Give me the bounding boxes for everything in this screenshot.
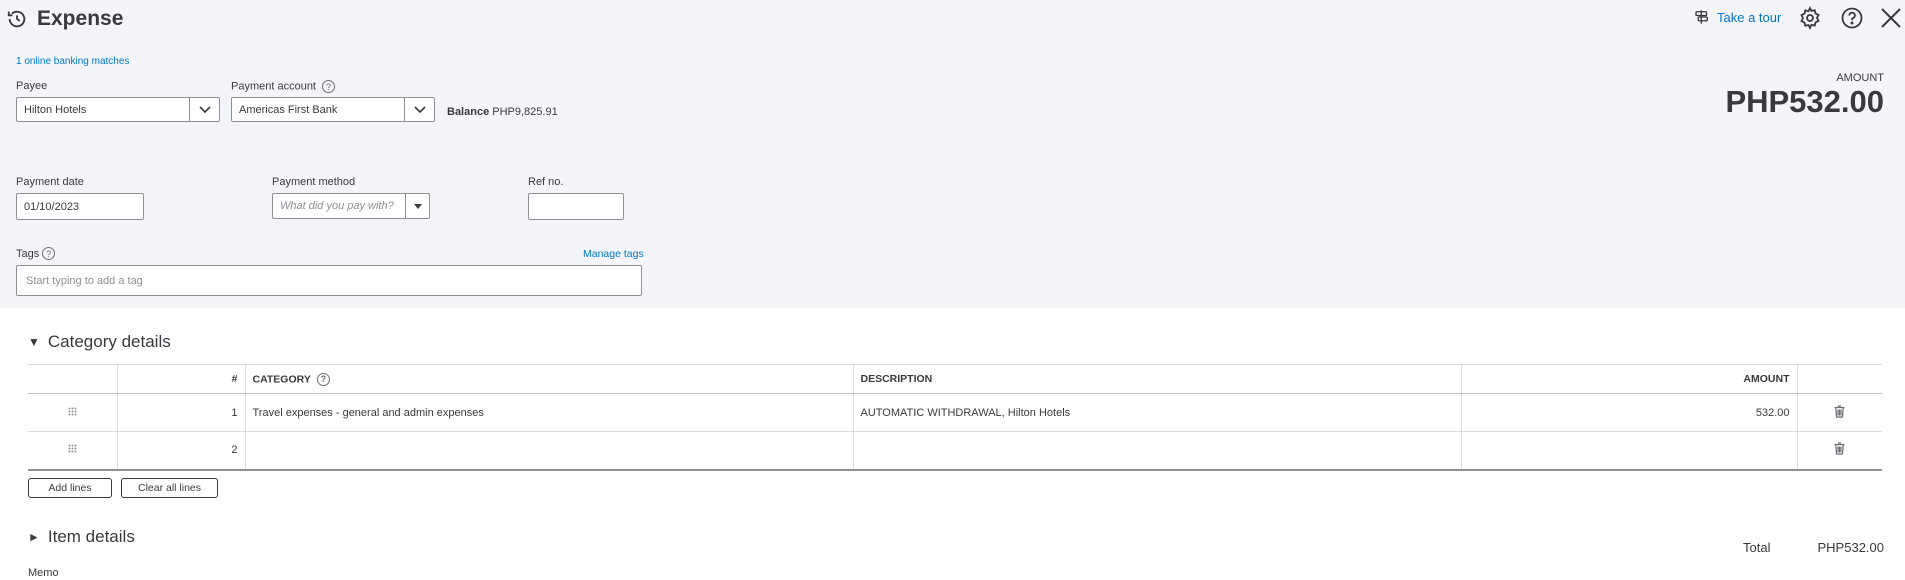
drag-handle[interactable]: [28, 393, 117, 432]
chevron-down-icon: [198, 105, 211, 113]
payment-method-select[interactable]: What did you pay with?: [272, 193, 430, 219]
row-number: 1: [116, 393, 245, 432]
gear-icon[interactable]: [1798, 6, 1822, 30]
delete-row-button[interactable]: [1796, 393, 1882, 432]
payee-value: Hilton Hotels: [24, 103, 87, 116]
drag-handle-icon: [68, 407, 77, 415]
num-column-header: #: [116, 364, 245, 394]
row-number: 2: [116, 431, 245, 471]
payment-method-label: Payment method: [272, 176, 356, 188]
chevron-down-icon: [413, 105, 426, 113]
close-icon[interactable]: [1879, 6, 1903, 30]
table-row[interactable]: 1 Travel expenses - general and admin ex…: [28, 393, 1882, 432]
payment-account-value: Americas First Bank: [239, 103, 338, 116]
delete-row-button[interactable]: [1796, 431, 1882, 471]
payee-label: Payee: [16, 80, 48, 92]
amount-label: AMOUNT: [1836, 72, 1884, 84]
payee-dropdown[interactable]: [189, 98, 219, 121]
payee-select[interactable]: Hilton Hotels: [16, 97, 220, 122]
amount-column-header: AMOUNT: [1460, 364, 1797, 394]
caret-down-icon: [413, 203, 422, 209]
table-header-row: # CATEGORY? DESCRIPTION AMOUNT: [28, 364, 1882, 394]
drag-column-header: [28, 364, 117, 394]
tags-label: Tags?: [16, 247, 56, 260]
help-icon[interactable]: ?: [322, 80, 335, 93]
payment-method-dropdown[interactable]: [405, 194, 429, 218]
help-icon[interactable]: ?: [42, 247, 56, 260]
history-icon[interactable]: [6, 8, 28, 30]
payment-account-dropdown[interactable]: [404, 98, 434, 121]
help-icon[interactable]: [1840, 6, 1864, 30]
take-tour-label: Take a tour: [1717, 9, 1782, 25]
payment-account-select[interactable]: Americas First Bank: [231, 97, 435, 122]
amount-value: PHP532.00: [1725, 84, 1884, 119]
clear-all-lines-button[interactable]: Clear all lines: [121, 478, 218, 498]
take-tour-link[interactable]: Take a tour: [1693, 8, 1781, 26]
help-icon[interactable]: ?: [316, 372, 330, 386]
payment-method-placeholder: What did you pay with?: [280, 200, 394, 212]
amount-cell[interactable]: [1460, 431, 1797, 471]
payment-date-label: Payment date: [16, 176, 84, 188]
drag-handle[interactable]: [28, 431, 117, 471]
item-details-toggle[interactable]: ► Item details: [28, 527, 135, 547]
trash-icon: [1834, 404, 1845, 418]
header-panel: [0, 0, 1905, 308]
description-column-header: DESCRIPTION: [852, 364, 1461, 394]
memo-label: Memo: [28, 567, 59, 579]
delete-column-header: [1796, 364, 1882, 394]
category-column-header: CATEGORY?: [244, 364, 853, 394]
trash-icon: [1834, 442, 1845, 455]
category-cell[interactable]: Travel expenses - general and admin expe…: [244, 393, 853, 432]
payment-account-label: Payment account?: [231, 80, 335, 93]
item-details-title: Item details: [47, 527, 135, 546]
category-cell[interactable]: [244, 431, 853, 471]
drag-handle-icon: [68, 444, 77, 453]
total-label: Total: [1743, 540, 1771, 555]
online-banking-matches-link[interactable]: 1 online banking matches: [16, 56, 129, 67]
balance-display: Balance PHP9,825.91: [447, 106, 558, 118]
payment-date-input[interactable]: 01/10/2023: [16, 193, 144, 220]
description-cell[interactable]: AUTOMATIC WITHDRAWAL, Hilton Hotels: [852, 393, 1461, 432]
description-cell[interactable]: [852, 431, 1461, 471]
triangle-right-icon: ►: [28, 530, 40, 544]
amount-cell[interactable]: 532.00: [1460, 393, 1797, 432]
ref-no-input[interactable]: [528, 193, 624, 220]
manage-tags-link[interactable]: Manage tags: [583, 248, 644, 260]
category-details-title: Category details: [47, 332, 171, 351]
ref-no-label: Ref no.: [528, 176, 564, 188]
total-value: PHP532.00: [1817, 540, 1885, 555]
tags-placeholder: Start typing to add a tag: [26, 274, 143, 287]
triangle-down-icon: ▼: [28, 335, 40, 349]
tags-input[interactable]: Start typing to add a tag: [16, 265, 642, 296]
payment-date-value: 01/10/2023: [24, 200, 80, 213]
page-title: Expense: [37, 7, 124, 30]
category-table: # CATEGORY? DESCRIPTION AMOUNT 1 Travel …: [28, 364, 1882, 471]
category-details-toggle[interactable]: ▼ Category details: [28, 332, 171, 352]
table-row[interactable]: 2: [28, 431, 1882, 471]
signpost-icon: [1695, 10, 1708, 24]
add-lines-button[interactable]: Add lines: [28, 478, 112, 498]
